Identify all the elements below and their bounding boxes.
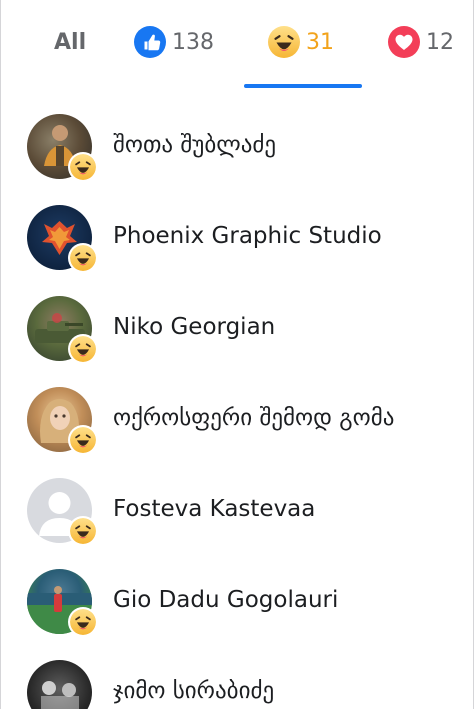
haha-badge	[68, 243, 98, 273]
person-name[interactable]: Niko Georgian	[113, 314, 275, 340]
list-item[interactable]: Gio Dadu Gogolauri	[0, 547, 474, 637]
list-item[interactable]: ოქროსფერი შემოდ გომა	[0, 365, 474, 455]
tab-like-count: 138	[172, 29, 214, 55]
tab-haha-count: 31	[306, 29, 334, 55]
haha-emoji-icon	[70, 518, 96, 544]
person-name[interactable]: Gio Dadu Gogolauri	[113, 587, 338, 613]
love-heart-icon	[388, 26, 420, 58]
list-item[interactable]: Fosteva Kastevaa	[0, 456, 474, 546]
person-name[interactable]: შოთა შუბლაძე	[113, 132, 276, 158]
avatar[interactable]	[27, 660, 92, 709]
active-tab-underline	[244, 84, 362, 88]
list-item[interactable]: შოთა შუბლაძე	[0, 92, 474, 182]
like-thumb-icon	[134, 26, 166, 58]
haha-badge	[68, 607, 98, 637]
haha-badge	[68, 152, 98, 182]
haha-emoji-icon	[70, 609, 96, 635]
haha-badge	[68, 334, 98, 364]
list-item[interactable]: Niko Georgian	[0, 274, 474, 364]
haha-emoji-icon	[268, 26, 300, 58]
reactions-dialog: All 138 31 12 შოთა შუბლაძე Phoenix Graph…	[0, 0, 474, 709]
list-item[interactable]: ჯიმო სირაბიძე	[0, 638, 474, 709]
person-name[interactable]: Phoenix Graphic Studio	[113, 223, 382, 249]
list-item[interactable]: Phoenix Graphic Studio	[0, 183, 474, 273]
tab-all-label: All	[54, 29, 87, 55]
person-name[interactable]: ოქროსფერი შემოდ გომა	[113, 405, 394, 431]
tab-love-count: 12	[426, 29, 454, 55]
haha-emoji-icon	[70, 336, 96, 362]
person-name[interactable]: Fosteva Kastevaa	[113, 496, 315, 522]
haha-emoji-icon	[70, 427, 96, 453]
haha-emoji-icon	[70, 245, 96, 271]
haha-emoji-icon	[70, 154, 96, 180]
tab-like[interactable]: 138	[134, 20, 214, 64]
haha-badge	[68, 425, 98, 455]
tab-all[interactable]: All	[54, 20, 86, 64]
reaction-tabs: All 138 31 12	[0, 0, 474, 90]
tab-haha[interactable]: 31	[268, 20, 334, 64]
tab-love[interactable]: 12	[388, 20, 454, 64]
haha-badge	[68, 516, 98, 546]
person-name[interactable]: ჯიმო სირაბიძე	[113, 678, 274, 704]
